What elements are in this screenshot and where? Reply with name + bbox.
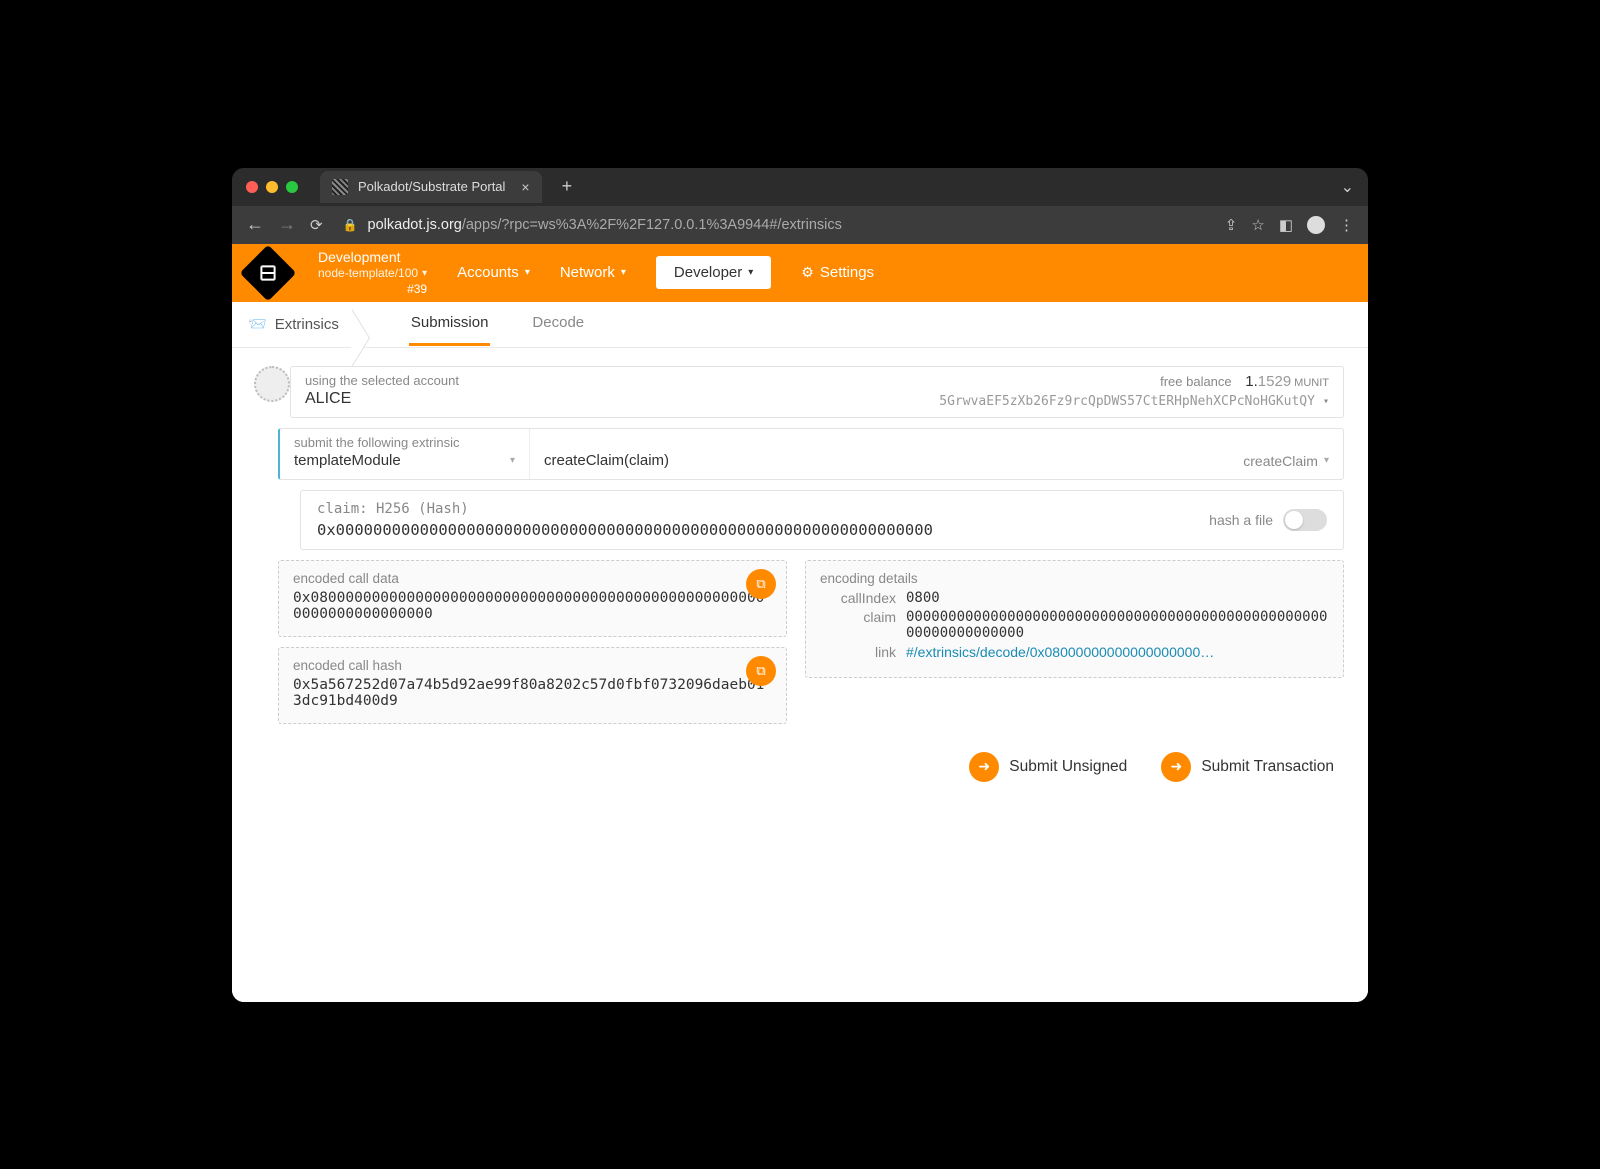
submit-transaction-button[interactable]: ➜ Submit Transaction: [1161, 752, 1334, 782]
chain-selector[interactable]: Development node-template/100 ▾ #39: [318, 248, 427, 297]
tab-favicon: [332, 179, 348, 195]
balance-value: 1.1529MUNIT: [1245, 373, 1329, 390]
gear-icon: ⚙: [801, 264, 814, 281]
submit-unsigned-button[interactable]: ➜ Submit Unsigned: [969, 752, 1127, 782]
balance-label: free balance: [1160, 374, 1232, 389]
inbox-icon: 📨: [248, 315, 267, 333]
chevron-down-icon: ▾: [748, 267, 753, 278]
menu-label: Network: [560, 264, 615, 281]
detail-key: callIndex: [820, 590, 896, 606]
chain-env: Development: [318, 248, 427, 266]
section-title: Extrinsics: [275, 316, 339, 333]
hash-file-label: hash a file: [1209, 512, 1273, 528]
detail-key: link: [820, 644, 896, 660]
menu-settings[interactable]: ⚙ Settings: [801, 264, 874, 281]
close-tab-icon[interactable]: ×: [521, 179, 529, 195]
back-button[interactable]: ←: [246, 214, 264, 235]
new-tab-button[interactable]: +: [554, 176, 581, 197]
param-value-input[interactable]: 0x00000000000000000000000000000000000000…: [317, 521, 1189, 539]
menu-label: Accounts: [457, 264, 519, 281]
detail-key: claim: [820, 609, 896, 641]
encoded-call-hash-label: encoded call hash: [293, 658, 772, 673]
menu-label: Settings: [820, 264, 874, 281]
tabs-overflow-icon[interactable]: ⌄: [1341, 177, 1354, 197]
menu-label: Developer: [674, 264, 742, 281]
method-name: createClaim(claim): [544, 452, 669, 469]
profile-avatar-icon[interactable]: [1307, 216, 1325, 234]
encoded-call-data-value: 0x08000000000000000000000000000000000000…: [293, 590, 772, 622]
param-label: claim: H256 (Hash): [317, 501, 1189, 517]
hash-file-toggle[interactable]: [1283, 509, 1327, 531]
method-short: createClaim: [1243, 453, 1318, 469]
copy-call-data-button[interactable]: ⧉: [746, 569, 776, 599]
address-bar[interactable]: 🔒 polkadot.js.org/apps/?rpc=ws%3A%2F%2F1…: [337, 217, 1211, 233]
sub-navigation: 📨 Extrinsics Submission Decode: [232, 302, 1368, 348]
chevron-down-icon[interactable]: ▾: [1323, 396, 1329, 407]
logo-icon[interactable]: [240, 244, 297, 301]
account-address: 5GrwvaEF5zXb26Fz9rcQpDWS57CtERHpNehXCPcN…: [939, 394, 1315, 409]
encoded-call-hash-panel: ⧉ encoded call hash 0x5a567252d07a74b5d9…: [278, 647, 787, 724]
account-identicon[interactable]: [254, 366, 290, 402]
chain-spec: node-template/100: [318, 266, 418, 282]
url-path: /apps/?rpc=ws%3A%2F%2F127.0.0.1%3A9944#/…: [462, 217, 842, 233]
module-dropdown[interactable]: templateModule ▾: [280, 450, 529, 479]
encoded-call-hash-value: 0x5a567252d07a74b5d92ae99f80a8202c57d0fb…: [293, 677, 772, 709]
panel-icon[interactable]: ◧: [1279, 216, 1293, 234]
bookmark-icon[interactable]: ☆: [1251, 216, 1264, 234]
chevron-down-icon: ▾: [510, 455, 515, 466]
button-label: Submit Unsigned: [1009, 758, 1127, 776]
tab-title: Polkadot/Substrate Portal: [358, 179, 505, 194]
copy-call-hash-button[interactable]: ⧉: [746, 656, 776, 686]
encoding-details-label: encoding details: [820, 571, 1329, 586]
account-field-label: using the selected account: [305, 373, 929, 388]
chevron-down-icon: ▾: [422, 267, 427, 280]
lock-icon: 🔒: [343, 218, 358, 232]
browser-tab[interactable]: Polkadot/Substrate Portal ×: [320, 171, 542, 203]
param-claim-panel: claim: H256 (Hash) 0x0000000000000000000…: [300, 490, 1344, 550]
reload-button[interactable]: ⟳: [310, 216, 323, 234]
module-name: templateModule: [294, 452, 401, 469]
menu-kebab-icon[interactable]: ⋮: [1339, 216, 1354, 234]
submit-icon: ➜: [1161, 752, 1191, 782]
button-label: Submit Transaction: [1201, 758, 1334, 776]
menu-developer[interactable]: Developer ▾: [656, 256, 771, 289]
extrinsic-selector: submit the following extrinsic templateM…: [278, 428, 1344, 480]
minimize-window-button[interactable]: [266, 181, 278, 193]
method-dropdown[interactable]: createClaim(claim) createClaim ▾: [530, 429, 1343, 479]
encoded-call-data-panel: ⧉ encoded call data 0x080000000000000000…: [278, 560, 787, 637]
browser-toolbar: ← → ⟳ 🔒 polkadot.js.org/apps/?rpc=ws%3A%…: [232, 206, 1368, 244]
section-breadcrumb[interactable]: 📨 Extrinsics: [248, 315, 379, 333]
submit-icon: ➜: [969, 752, 999, 782]
maximize-window-button[interactable]: [286, 181, 298, 193]
chevron-down-icon: ▾: [525, 267, 530, 278]
tab-decode[interactable]: Decode: [530, 302, 586, 346]
detail-value: 0800: [906, 590, 1329, 606]
app-header: Development node-template/100 ▾ #39 Acco…: [232, 244, 1368, 302]
traffic-lights: [246, 181, 298, 193]
encoding-details-panel: encoding details callIndex 0800 claim 00…: [805, 560, 1344, 678]
detail-value: 0000000000000000000000000000000000000000…: [906, 609, 1329, 641]
window-titlebar: Polkadot/Substrate Portal × + ⌄: [232, 168, 1368, 206]
tab-submission[interactable]: Submission: [409, 302, 491, 346]
menu-network[interactable]: Network ▾: [560, 264, 626, 281]
close-window-button[interactable]: [246, 181, 258, 193]
forward-button[interactable]: →: [278, 214, 296, 235]
chevron-down-icon: ▾: [1324, 455, 1329, 466]
extrinsic-section-label: submit the following extrinsic: [280, 429, 529, 450]
share-icon[interactable]: ⇪: [1225, 216, 1238, 234]
decode-link[interactable]: #/extrinsics/decode/0x080000000000000000…: [906, 644, 1329, 660]
main-content: using the selected account ALICE free ba…: [232, 348, 1368, 1002]
menu-accounts[interactable]: Accounts ▾: [457, 264, 530, 281]
url-host: polkadot.js.org: [368, 217, 462, 233]
encoded-call-data-label: encoded call data: [293, 571, 772, 586]
chain-block: #39: [318, 282, 427, 298]
account-name[interactable]: ALICE: [305, 390, 929, 408]
chevron-down-icon: ▾: [621, 267, 626, 278]
